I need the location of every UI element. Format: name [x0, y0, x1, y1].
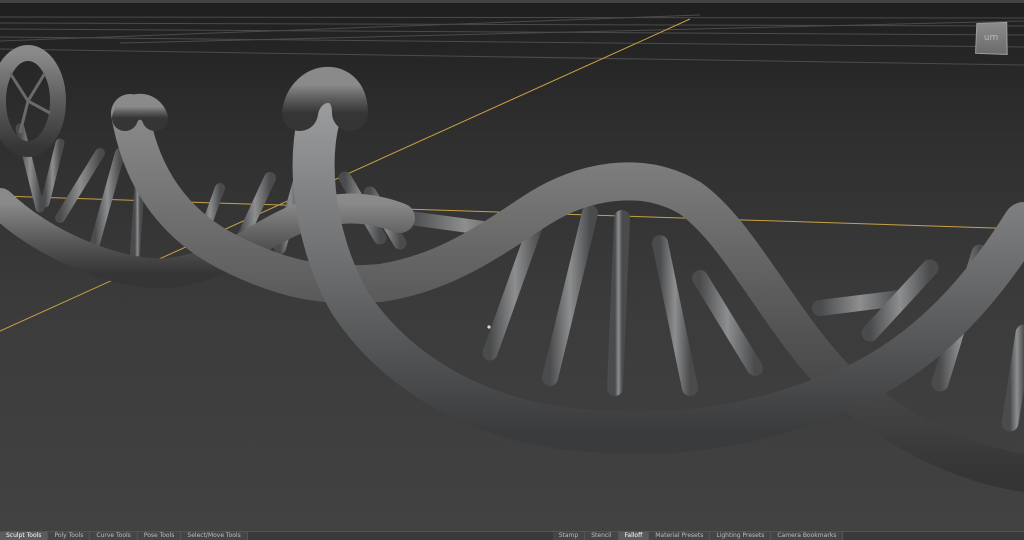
tab-curve-tools[interactable]: Curve Tools [90, 532, 138, 540]
3d-viewport[interactable]: um [0, 3, 1024, 532]
tab-pose-tools[interactable]: Pose Tools [137, 532, 182, 540]
tab-camera-bookmarks[interactable]: Camera Bookmarks [771, 532, 844, 540]
tab-select-move-tools[interactable]: Select/Move Tools [181, 532, 248, 540]
tab-stencil[interactable]: Stencil [585, 532, 619, 540]
view-cube[interactable]: um [974, 19, 1008, 57]
tab-stamp[interactable]: Stamp [552, 532, 586, 540]
tab-falloff[interactable]: Falloff [618, 532, 650, 540]
cursor-marker [486, 324, 492, 330]
tab-material-presets[interactable]: Material Presets [649, 532, 711, 540]
scene-canvas [0, 14, 1024, 492]
dna-left-coil [0, 45, 66, 157]
tab-sculpt-tools[interactable]: Sculpt Tools [0, 532, 49, 540]
tool-tray: Sculpt Tools Poly Tools Curve Tools Pose… [0, 531, 1024, 540]
view-cube-face[interactable]: um [975, 21, 1008, 56]
tab-poly-tools[interactable]: Poly Tools [48, 532, 91, 540]
floor-grid [0, 14, 1024, 66]
tab-lighting-presets[interactable]: Lighting Presets [710, 532, 772, 540]
dna-strand-rough-top [112, 93, 168, 131]
